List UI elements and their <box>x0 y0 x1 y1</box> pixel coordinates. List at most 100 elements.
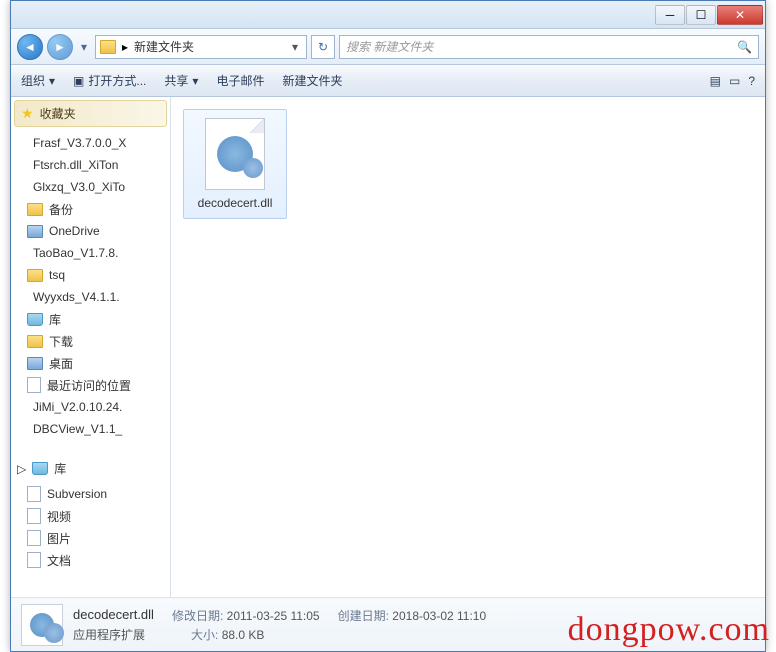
details-filename: decodecert.dll <box>73 607 154 624</box>
gear-icon <box>30 613 54 637</box>
email-button[interactable]: 电子邮件 <box>216 72 264 89</box>
help-button[interactable]: ? <box>748 74 755 88</box>
file-item[interactable]: decodecert.dll <box>183 109 287 219</box>
sidebar-item[interactable]: 最近访问的位置 <box>11 374 170 396</box>
drv-icon <box>27 357 43 370</box>
doc-icon <box>27 377 41 393</box>
sidebar-item-label: OneDrive <box>49 224 100 238</box>
sidebar-item-label: 下载 <box>49 333 73 350</box>
favorites-header[interactable]: ★ 收藏夹 <box>14 100 167 127</box>
preview-pane-button[interactable]: ▭ <box>729 74 740 88</box>
folder-icon <box>100 40 116 54</box>
fldr-icon <box>27 203 43 216</box>
file-content-area[interactable]: decodecert.dll <box>171 97 765 597</box>
organize-button[interactable]: 组织▾ <box>21 72 55 89</box>
create-date-label: 创建日期: <box>338 609 389 623</box>
forward-button[interactable]: ► <box>47 34 73 60</box>
sidebar-item-label: 最近访问的位置 <box>47 377 131 394</box>
titlebar: ─ ☐ ✕ <box>11 1 765 29</box>
sidebar-item-label: 图片 <box>47 530 71 547</box>
toolbar: 组织▾ ▣ 打开方式... 共享▾ 电子邮件 新建文件夹 ▤ ▭ ? <box>11 65 765 97</box>
minimize-button[interactable]: ─ <box>655 5 685 25</box>
new-folder-button[interactable]: 新建文件夹 <box>282 72 342 89</box>
sidebar-item[interactable]: TaoBao_V1.7.8. <box>11 242 170 264</box>
doc-icon <box>27 530 41 546</box>
size-value: 88.0 KB <box>222 628 265 642</box>
sidebar-item-label: DBCView_V1.1_ <box>33 422 122 436</box>
sidebar-item[interactable]: 视频 <box>11 505 170 527</box>
sidebar-item[interactable]: JiMi_V2.0.10.24. <box>11 396 170 418</box>
sidebar-item[interactable]: 桌面 <box>11 352 170 374</box>
search-placeholder: 搜索 新建文件夹 <box>346 38 737 55</box>
sidebar-item-label: 视频 <box>47 508 71 525</box>
sidebar-item-label: TaoBao_V1.7.8. <box>33 246 118 260</box>
view-button[interactable]: ▤ <box>710 74 721 88</box>
fldr-icon <box>27 269 43 282</box>
sidebar-item[interactable]: DBCView_V1.1_ <box>11 418 170 440</box>
sidebar-item-label: Subversion <box>47 487 107 501</box>
lib-icon <box>27 313 43 326</box>
sidebar-item[interactable]: 下载 <box>11 330 170 352</box>
sidebar-item-label: Frasf_V3.7.0.0_X <box>33 136 126 150</box>
sidebar-item[interactable]: 图片 <box>11 527 170 549</box>
sidebar-item[interactable]: 文档 <box>11 549 170 571</box>
close-button[interactable]: ✕ <box>717 5 763 25</box>
sidebar-item-label: 库 <box>49 311 61 328</box>
search-input[interactable]: 搜索 新建文件夹 🔍 <box>339 35 759 59</box>
explorer-window: ─ ☐ ✕ ◄ ► ▾ ▸ 新建文件夹 ▾ ↻ 搜索 新建文件夹 🔍 组织▾ ▣… <box>10 0 766 652</box>
doc-icon <box>27 508 41 524</box>
open-with-button[interactable]: ▣ 打开方式... <box>73 72 146 89</box>
sidebar-item-label: 桌面 <box>49 355 73 372</box>
sidebar-item-label: Wyyxds_V4.1.1. <box>33 290 120 304</box>
library-icon <box>32 462 48 475</box>
fldr-icon <box>27 335 43 348</box>
sidebar: ★ 收藏夹 Frasf_V3.7.0.0_X Ftsrch.dll_XiTon Gl… <box>11 97 171 597</box>
file-name-label: decodecert.dll <box>198 196 273 210</box>
sidebar-item-label: tsq <box>49 268 65 282</box>
gear-icon <box>217 136 253 172</box>
sidebar-item-label: 文档 <box>47 552 71 569</box>
sidebar-item[interactable]: 库 <box>11 308 170 330</box>
doc-icon <box>27 552 41 568</box>
dll-file-icon <box>205 118 265 190</box>
doc-icon <box>27 486 41 502</box>
library-header[interactable]: ▷ 库 <box>11 456 170 481</box>
chevron-right-icon: ▸ <box>122 40 128 54</box>
sidebar-item[interactable]: Ftsrch.dll_XiTon <box>11 154 170 176</box>
sidebar-item[interactable]: Glxzq_V3.0_XiTo <box>11 176 170 198</box>
back-button[interactable]: ◄ <box>17 34 43 60</box>
favorites-list: Frasf_V3.7.0.0_X Ftsrch.dll_XiTon Glxzq_V3… <box>11 130 170 442</box>
navigation-bar: ◄ ► ▾ ▸ 新建文件夹 ▾ ↻ 搜索 新建文件夹 🔍 <box>11 29 765 65</box>
refresh-button[interactable]: ↻ <box>311 35 335 59</box>
sidebar-item[interactable]: Wyyxds_V4.1.1. <box>11 286 170 308</box>
sidebar-item[interactable]: Frasf_V3.7.0.0_X <box>11 132 170 154</box>
size-label: 大小: <box>191 628 218 642</box>
details-file-icon <box>21 604 63 646</box>
nav-history-dropdown[interactable]: ▾ <box>77 34 91 60</box>
sidebar-item-label: 备份 <box>49 201 73 218</box>
details-filetype: 应用程序扩展 <box>73 626 145 643</box>
details-pane: decodecert.dll 修改日期: 2011-03-25 11:05 创建… <box>11 597 765 651</box>
share-button[interactable]: 共享▾ <box>164 72 198 89</box>
create-date-value: 2018-03-02 11:10 <box>392 609 486 623</box>
library-list: Subversion 视频图片文档 <box>11 481 170 573</box>
sidebar-item[interactable]: OneDrive <box>11 220 170 242</box>
sidebar-item[interactable]: tsq <box>11 264 170 286</box>
sidebar-item[interactable]: 备份 <box>11 198 170 220</box>
chevron-icon: ▷ <box>17 462 26 476</box>
explorer-body: ★ 收藏夹 Frasf_V3.7.0.0_X Ftsrch.dll_XiTon Gl… <box>11 97 765 597</box>
star-icon: ★ <box>21 105 34 122</box>
mod-date-label: 修改日期: <box>172 609 223 623</box>
address-path: 新建文件夹 <box>134 38 282 55</box>
sidebar-item-label: Glxzq_V3.0_XiTo <box>33 180 125 194</box>
mod-date-value: 2011-03-25 11:05 <box>227 609 320 623</box>
sidebar-item[interactable]: Subversion <box>11 483 170 505</box>
search-icon: 🔍 <box>737 40 752 54</box>
drv-icon <box>27 225 43 238</box>
address-bar[interactable]: ▸ 新建文件夹 ▾ <box>95 35 307 59</box>
sidebar-item-label: Ftsrch.dll_XiTon <box>33 158 118 172</box>
app-icon: ▣ <box>73 74 84 88</box>
address-dropdown-icon[interactable]: ▾ <box>288 40 302 54</box>
sidebar-item-label: JiMi_V2.0.10.24. <box>33 400 122 414</box>
maximize-button[interactable]: ☐ <box>686 5 716 25</box>
